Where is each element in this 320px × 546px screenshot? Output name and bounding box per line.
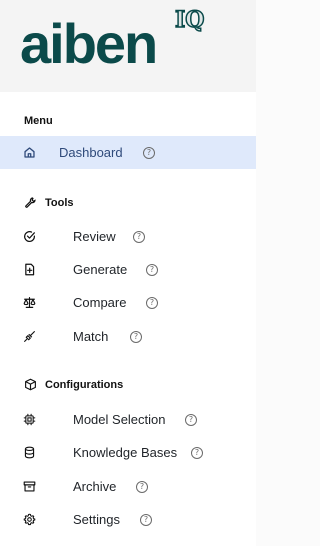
gear-icon — [23, 513, 36, 526]
sidebar-item-label: Dashboard — [59, 145, 123, 160]
help-icon[interactable]: ? — [146, 263, 158, 276]
logo-area: aiben IQ — [0, 0, 256, 92]
sidebar-item-label: Settings — [73, 512, 120, 527]
sidebar-item-label: Generate — [73, 262, 128, 277]
sidebar-item-label: Knowledge Bases — [73, 445, 178, 460]
sidebar-item-dashboard[interactable]: Dashboard ? — [0, 136, 256, 169]
help-icon[interactable]: ? — [185, 413, 197, 426]
configurations-header-label: Configurations — [45, 378, 124, 391]
sidebar-item-label: Archive — [73, 479, 117, 494]
sidebar-item-generate[interactable]: Generate ? — [0, 253, 256, 286]
database-icon — [23, 446, 36, 459]
brand-logo-suffix: IQ — [174, 7, 205, 33]
check-circle-icon — [23, 230, 36, 243]
menu-section-header: Menu — [24, 115, 53, 127]
sidebar-item-model-selection[interactable]: Model Selection ? — [0, 403, 256, 436]
sidebar: Menu Dashboard ? Tools Review ? Generate… — [0, 92, 256, 546]
tools-header-label: Tools — [45, 196, 74, 209]
chip-icon — [23, 413, 36, 426]
sidebar-item-archive[interactable]: Archive ? — [0, 470, 256, 503]
sidebar-item-label: Compare — [73, 295, 127, 310]
sidebar-item-label: Review — [73, 229, 116, 244]
brand-logo: aiben — [20, 12, 158, 75]
box-icon — [24, 378, 37, 391]
sidebar-item-compare[interactable]: Compare ? — [0, 286, 256, 319]
file-plus-icon — [23, 263, 36, 276]
sidebar-item-knowledge-bases[interactable]: Knowledge Bases ? — [0, 436, 256, 469]
tools-section-header: Tools — [24, 196, 74, 209]
help-icon[interactable]: ? — [133, 230, 145, 243]
sidebar-item-label: Model Selection — [73, 412, 166, 427]
configurations-section-header: Configurations — [24, 378, 123, 391]
menu-header-label: Menu — [24, 115, 53, 127]
help-icon[interactable]: ? — [191, 446, 203, 459]
sidebar-item-label: Match — [73, 329, 109, 344]
sidebar-item-match[interactable]: Match ? — [0, 320, 256, 353]
help-icon[interactable]: ? — [136, 480, 148, 493]
sidebar-item-review[interactable]: Review ? — [0, 220, 256, 253]
help-icon[interactable]: ? — [143, 146, 155, 159]
sidebar-item-settings[interactable]: Settings ? — [0, 503, 256, 536]
wrench-icon — [24, 196, 37, 209]
help-icon[interactable]: ? — [130, 330, 142, 343]
archive-icon — [23, 480, 36, 493]
plug-icon — [23, 330, 36, 343]
home-icon — [23, 146, 36, 159]
help-icon[interactable]: ? — [140, 513, 152, 526]
scale-icon — [23, 296, 36, 309]
help-icon[interactable]: ? — [146, 296, 158, 309]
